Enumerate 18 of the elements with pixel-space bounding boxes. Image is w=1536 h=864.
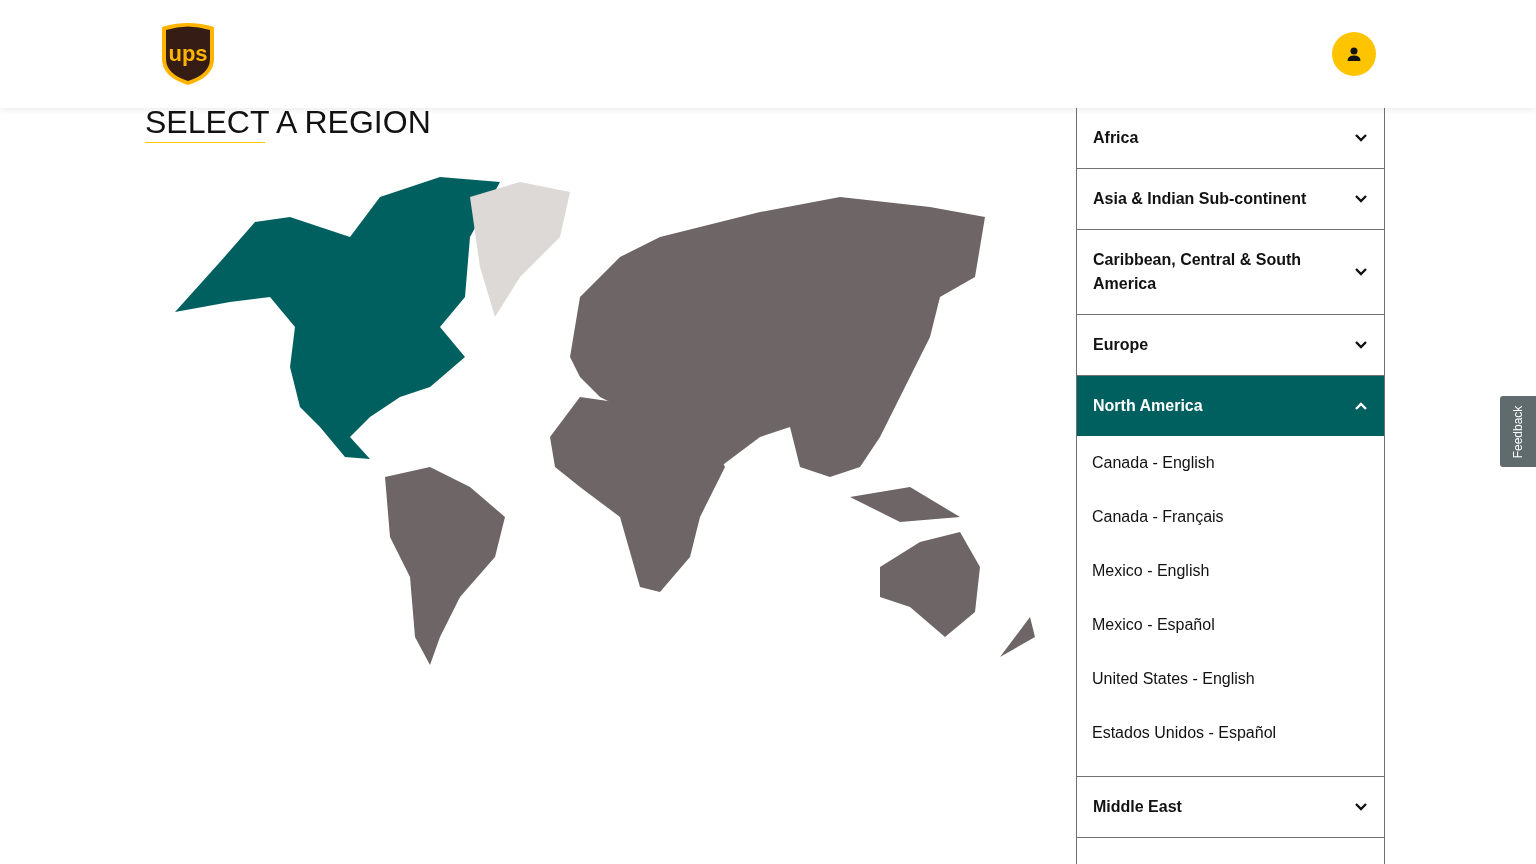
feedback-tab[interactable]: Feedback	[1500, 396, 1536, 467]
country-link[interactable]: Canada - English	[1092, 454, 1215, 472]
country-link[interactable]: Mexico - English	[1092, 562, 1210, 580]
page-title: SELECT A REGION	[145, 103, 431, 142]
chevron-down-icon	[1354, 267, 1368, 277]
chevron-up-icon	[1354, 401, 1368, 411]
person-icon	[1346, 46, 1362, 62]
chevron-down-icon	[1354, 194, 1368, 204]
logo[interactable]: ups	[160, 21, 216, 87]
country-link[interactable]: Mexico - Español	[1092, 616, 1215, 634]
account-button[interactable]	[1332, 32, 1376, 76]
region-accordion-header[interactable]: North America	[1077, 376, 1384, 436]
chevron-down-icon	[1354, 133, 1368, 143]
chevron-down-icon	[1354, 802, 1368, 812]
chevron-down-icon	[1354, 340, 1368, 350]
country-link[interactable]: United States - English	[1092, 670, 1255, 688]
country-link[interactable]: Canada - Français	[1092, 508, 1224, 526]
country-link[interactable]: Estados Unidos - Español	[1092, 724, 1277, 742]
